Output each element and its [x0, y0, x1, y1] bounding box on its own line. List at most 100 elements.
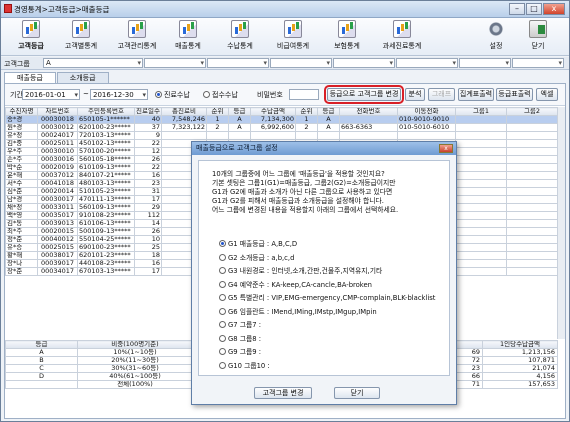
grid-header-cell[interactable]: 전화번호 — [339, 107, 398, 116]
table-cell: 22 — [134, 139, 162, 148]
toolbar-close[interactable]: 닫기 — [508, 20, 568, 54]
group-select-6[interactable] — [396, 58, 458, 68]
table-cell — [455, 267, 507, 276]
summary-cell: 20%(11~30등) — [77, 356, 193, 365]
toolbar-customer-stats[interactable]: 고객별통계 — [51, 20, 111, 54]
grid-header-cell[interactable]: 등급 — [228, 107, 251, 116]
summary-cell: C — [5, 364, 78, 373]
grid-header-cell[interactable]: 순위 — [206, 107, 229, 116]
radio-reception-payment[interactable]: 접수수납 — [203, 90, 238, 100]
grid-header-cell[interactable]: 수진자명 — [5, 107, 38, 116]
summary-cell: 10%(1~10등) — [77, 348, 193, 357]
table-cell: 9 — [134, 131, 162, 140]
table-cell: 010-5010-6010 — [397, 123, 456, 132]
table-cell — [455, 147, 507, 156]
date-from-field[interactable]: 2016-01-01 — [22, 89, 80, 100]
grid-header-cell[interactable]: 순위 — [295, 107, 318, 116]
radio-treatment-payment[interactable]: 진료수납 — [155, 90, 190, 100]
group-option-radio[interactable]: G6 임플란트 : IMend,IMing,IMstp,IMgup,IMpin — [219, 306, 435, 320]
grid-header-cell[interactable]: 그룹2 — [506, 107, 558, 116]
grid-header-cell[interactable]: 그룹1 — [455, 107, 507, 116]
close-window-button[interactable]: x — [543, 3, 565, 15]
table-row[interactable]: 송*경 00030018 650105-1****** 40 7,548,246 1 A 7,… — [5, 115, 558, 124]
grade-print-button[interactable]: 등급표출력 — [496, 88, 533, 101]
toolbar-taxable-stats[interactable]: 과세진료통계 — [372, 20, 432, 54]
summary-print-button[interactable]: 집계표출력 — [458, 88, 494, 101]
table-row[interactable]: 원*경 00030012 620100-23***** 37 7,323,122 2 A 6,… — [5, 123, 558, 132]
toolbar-non-insurance-stats[interactable]: 비급여통계 — [263, 20, 323, 54]
grid-header-cell[interactable]: 총진료비 — [161, 107, 207, 116]
table-cell: 손*주 — [5, 155, 38, 164]
grid-scrollbar[interactable] — [557, 107, 565, 339]
group-option-radio[interactable]: G2 소개등급 : a,b,c,d — [219, 252, 435, 266]
group-option-radio[interactable]: G3 내원경로 : 인터넷,소개,간판,건물주,지역유지,기타 — [219, 265, 435, 279]
table-cell: 00020015 — [37, 227, 78, 236]
toolbar-insurance-stats[interactable]: 보험통계 — [317, 20, 377, 54]
group-option-radio[interactable]: G1 매출등급 : A,B,C,D — [219, 238, 435, 252]
table-cell — [506, 163, 558, 172]
table-cell: 16 — [134, 171, 162, 180]
grid-header-cell[interactable]: 수납금액 — [250, 107, 296, 116]
table-row[interactable]: 유*정 00024017 720103-13***** 9 — [5, 131, 558, 140]
table-cell — [455, 171, 507, 180]
group-select-5[interactable] — [333, 58, 395, 68]
group-option-radio[interactable]: G7 그룹7 : — [219, 319, 435, 333]
table-cell: 00041018 — [37, 179, 78, 188]
toolbar-sales-stats[interactable]: 매출통계 — [158, 20, 218, 54]
table-cell: 26 — [134, 155, 162, 164]
grid-header-cell[interactable]: 진료일수 — [134, 107, 162, 116]
table-cell: 00024017 — [37, 131, 78, 140]
dialog-close-btn[interactable]: 닫기 — [334, 387, 380, 399]
table-cell — [455, 227, 507, 236]
option-label: G9 그룹9 : — [228, 348, 262, 356]
table-cell: 00030012 — [37, 123, 78, 132]
grid-header-cell[interactable]: 등급 — [317, 107, 340, 116]
password-field[interactable] — [289, 89, 319, 100]
analyze-button[interactable]: 분석 — [405, 88, 425, 101]
group-option-radio[interactable]: G4 예약준수 : KA-keep,CA-cancle,BA-broken — [219, 279, 435, 293]
change-group-button[interactable]: 고객그룹 변경 — [254, 387, 312, 399]
table-cell: 00025011 — [37, 139, 78, 148]
report-icon — [284, 20, 302, 38]
table-cell — [506, 171, 558, 180]
grid-header-cell[interactable]: 주민등록번호 — [77, 107, 135, 116]
group-select-2[interactable] — [144, 58, 206, 68]
group-option-radio[interactable]: G8 그룹8 : — [219, 333, 435, 347]
date-to-field[interactable]: 2016-12-30 — [90, 89, 148, 100]
radio-icon — [219, 253, 226, 261]
table-cell: 00035017 — [37, 211, 78, 220]
table-cell — [506, 187, 558, 196]
exit-icon — [529, 20, 547, 38]
table-cell: 670103-13***** — [77, 267, 135, 276]
maximize-button[interactable]: □ — [526, 3, 542, 15]
dialog-close-button[interactable]: x — [439, 144, 453, 153]
graph-button[interactable]: 그래프 — [428, 88, 455, 101]
table-cell: 2 — [295, 123, 318, 132]
option-label: G4 예약준수 : KA-keep,CA-cancle,BA-broken — [228, 280, 372, 289]
change-customer-group-button[interactable]: 등급으로 고객그룹 변경 — [324, 85, 404, 104]
group-option-radio[interactable]: G5 특별관리 : VIP,EMG-emergency,CMP-complain… — [219, 292, 435, 306]
table-cell: 황*해 — [5, 251, 38, 260]
grid-header-cell[interactable]: 차트번호 — [37, 107, 78, 116]
table-cell: 7,134,300 — [250, 115, 296, 124]
group-select-7[interactable] — [459, 58, 511, 68]
group-select-8[interactable] — [512, 58, 564, 68]
group-select-4[interactable] — [270, 58, 332, 68]
table-cell: 00030018 — [37, 115, 78, 124]
tab-sales-grade[interactable]: 매출등급 — [4, 72, 56, 83]
group-option-radio[interactable]: G9 그룹9 : — [219, 346, 435, 360]
group-select-3[interactable] — [207, 58, 269, 68]
table-cell — [506, 243, 558, 252]
minimize-button[interactable]: – — [509, 3, 525, 15]
table-cell — [455, 203, 507, 212]
excel-button[interactable]: 엑셀 — [536, 88, 558, 101]
table-cell: 17 — [134, 195, 162, 204]
group-select-1[interactable]: A — [43, 58, 143, 68]
grid-header-cell[interactable]: 이동전화 — [397, 107, 456, 116]
toolbar-payment-stats[interactable]: 수납통계 — [210, 20, 270, 54]
tab-referral-grade[interactable]: 소개등급 — [56, 72, 109, 83]
table-cell — [455, 131, 507, 140]
table-cell: 470111-13***** — [77, 195, 135, 204]
table-cell: A — [317, 123, 340, 132]
group-option-radio[interactable]: G10 그룹10 : — [219, 360, 435, 374]
